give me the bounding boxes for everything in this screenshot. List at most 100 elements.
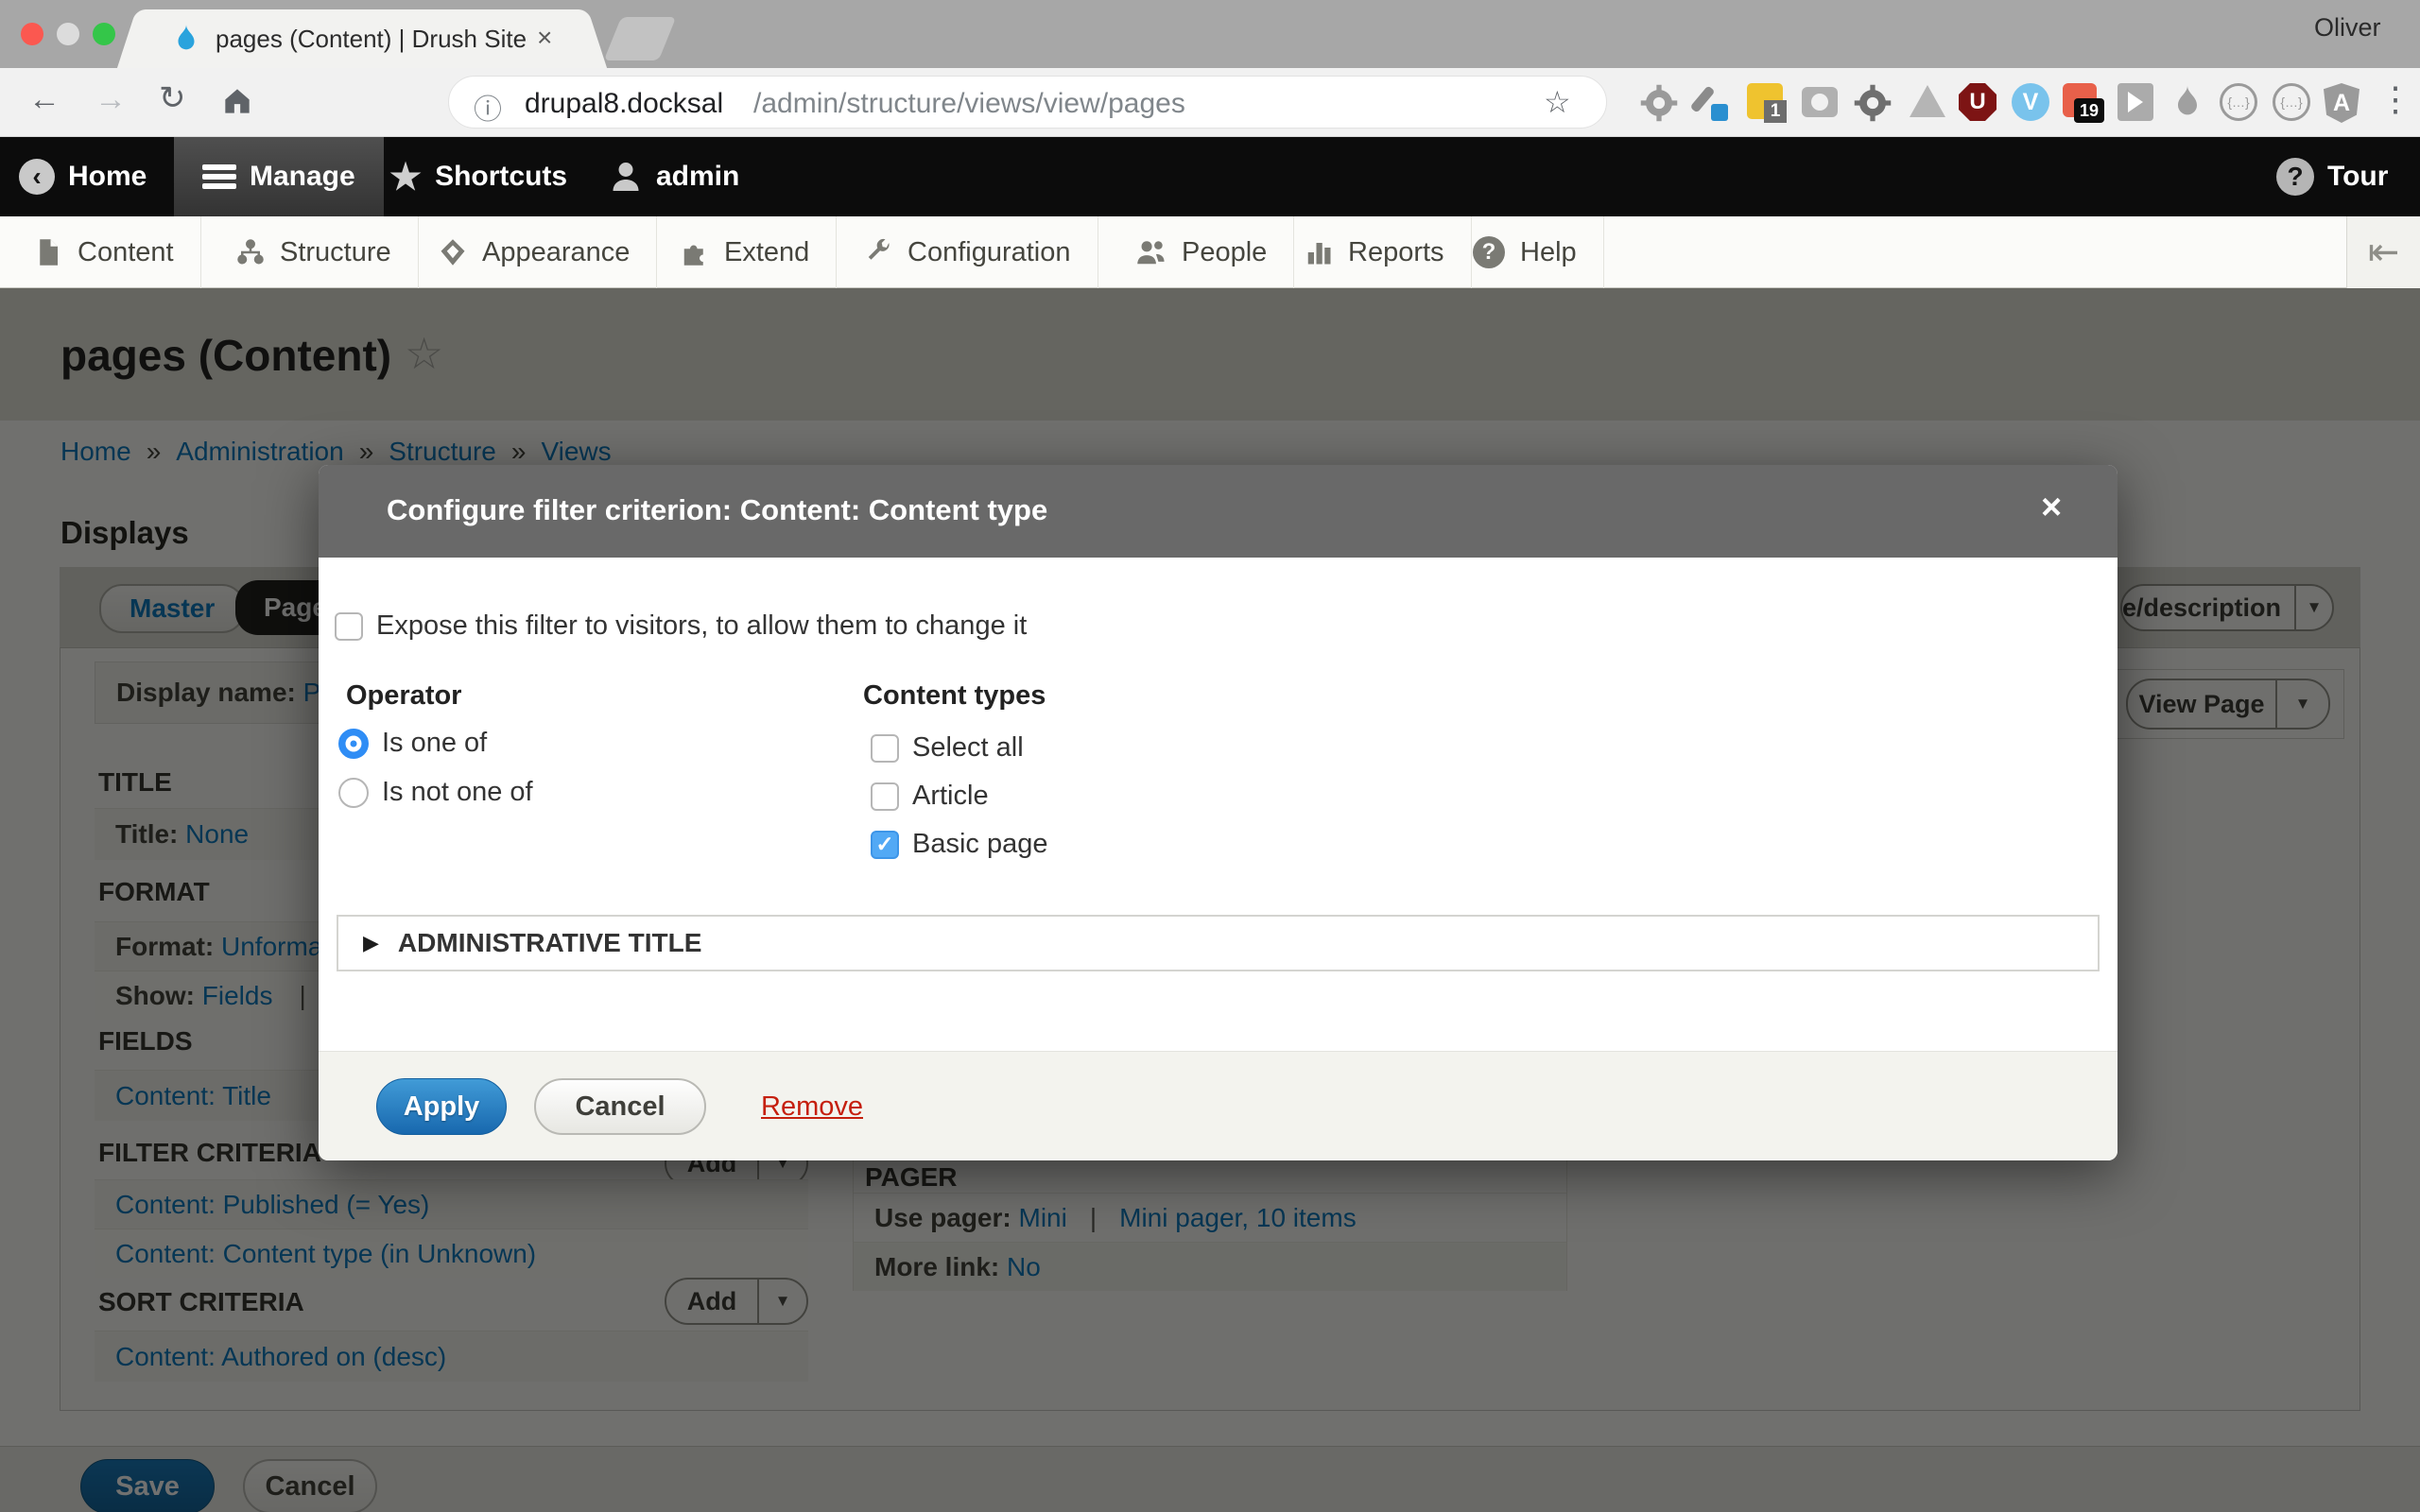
check-icon: ✓ <box>875 832 893 857</box>
gear-extension-icon[interactable] <box>1639 83 1679 123</box>
remove-link[interactable]: Remove <box>761 1091 863 1123</box>
back-icon[interactable]: ← <box>28 81 60 118</box>
ublock-letter: U <box>1969 89 1985 115</box>
toolbar-item-tour[interactable]: ? Tour <box>2276 137 2388 216</box>
json-viewer-extension-icon[interactable]: {…} <box>2220 83 2257 121</box>
checkbox-label: Article <box>912 781 989 812</box>
cancel-label: Cancel <box>575 1091 665 1123</box>
toolbar-item-shortcuts[interactable]: ★ Shortcuts <box>389 137 567 216</box>
modal-cancel-button[interactable]: Cancel <box>534 1078 706 1135</box>
menu-icon <box>202 164 236 189</box>
content-type-option-select-all: Select all <box>871 732 1024 764</box>
checkbox-label: Basic page <box>912 829 1048 860</box>
basic-page-checkbox[interactable]: ✓ <box>871 831 899 859</box>
menu-item-content[interactable]: Content <box>0 216 201 288</box>
toolbar-item-manage[interactable]: Manage <box>174 137 384 216</box>
admin-toolbar: ‹ Home Manage ★ Shortcuts admin ? Tour <box>0 137 2420 216</box>
browser-tab[interactable]: pages (Content) | Drush Site-I × <box>140 9 584 68</box>
bookmark-star-icon[interactable]: ☆ <box>1544 84 1571 120</box>
password-badge: 1 <box>1764 100 1787 123</box>
eyedropper-extension-icon[interactable] <box>1692 83 1732 123</box>
todoist-badge: 19 <box>2074 98 2104 123</box>
menu-item-people[interactable]: People <box>1110 216 1294 288</box>
operator-option-is-one-of: Is one of <box>338 728 487 759</box>
expose-filter-checkbox[interactable] <box>335 612 363 641</box>
screen: pages (Content) | Drush Site-I × Oliver … <box>0 0 2420 1512</box>
menu-item-appearance[interactable]: Appearance <box>412 216 657 288</box>
site-info-icon[interactable]: ⓘ <box>474 86 502 128</box>
menu-item-help[interactable]: ? Help <box>1446 216 1604 288</box>
todoist-extension-icon[interactable]: 19 <box>2063 83 2102 123</box>
drive-extension-icon[interactable] <box>1908 83 1947 123</box>
radio-unselected[interactable] <box>338 778 369 808</box>
password-manager-extension-icon[interactable]: 1 <box>1747 83 1787 123</box>
braces-glyph: {…} <box>2227 94 2249 110</box>
url-host: drupal8.docksal <box>525 88 723 120</box>
menu-item-structure[interactable]: Structure <box>210 216 419 288</box>
menu-item-extend[interactable]: Extend <box>654 216 837 288</box>
new-tab-button[interactable] <box>604 17 677 60</box>
star-icon: ★ <box>389 156 422 198</box>
apply-label: Apply <box>404 1091 480 1123</box>
filter-criterion-modal: Configure filter criterion: Content: Con… <box>319 465 2118 1160</box>
structure-sitemap-icon <box>236 238 265 266</box>
minimize-window-button[interactable] <box>57 23 79 45</box>
content-type-option-basic-page: ✓ Basic page <box>871 829 1048 860</box>
menu-label: Configuration <box>908 237 1071 268</box>
content-type-option-article: Article <box>871 781 989 812</box>
menu-item-configuration[interactable]: Configuration <box>838 216 1098 288</box>
menu-item-reports[interactable]: Reports <box>1278 216 1472 288</box>
menu-label: Extend <box>724 237 809 268</box>
ublock-extension-icon[interactable]: U <box>1959 83 1996 121</box>
select-all-checkbox[interactable] <box>871 734 899 763</box>
expose-filter-field: Expose this filter to visitors, to allow… <box>335 610 1027 642</box>
url-path: /admin/structure/views/view/pages <box>753 88 1185 120</box>
address-bar[interactable]: ⓘ drupal8.docksal /admin/structure/views… <box>448 76 1607 129</box>
content-file-icon <box>34 238 62 266</box>
toolbar-item-admin-user[interactable]: admin <box>609 137 739 216</box>
collapse-caret-icon: ▶ <box>363 931 379 955</box>
radio-selected[interactable] <box>338 729 369 759</box>
menu-label: Reports <box>1348 237 1444 268</box>
vimeo-extension-icon[interactable]: V <box>2012 83 2049 121</box>
reload-icon[interactable]: ↻ <box>159 79 186 117</box>
camera-extension-icon[interactable] <box>1802 83 1841 123</box>
back-to-site-icon: ‹ <box>19 159 55 195</box>
shortcuts-label: Shortcuts <box>435 161 567 193</box>
forward-icon[interactable]: → <box>95 81 127 118</box>
play-extension-icon[interactable] <box>2118 83 2153 121</box>
menu-label: Structure <box>280 237 391 268</box>
vimeo-letter: V <box>2023 89 2039 116</box>
close-window-button[interactable] <box>21 23 43 45</box>
browser-tab-strip: pages (Content) | Drush Site-I × Oliver <box>0 0 2420 68</box>
question-icon: ? <box>2276 158 2314 196</box>
modal-footer: Apply Cancel Remove <box>319 1051 2118 1160</box>
modal-header[interactable]: Configure filter criterion: Content: Con… <box>319 465 2118 558</box>
dark-gear-extension-icon[interactable] <box>1853 83 1893 123</box>
json-formatter-extension-icon[interactable]: {…} <box>2273 83 2310 121</box>
collapse-arrow-icon: ⇤ <box>2368 231 2400 274</box>
home-icon[interactable] <box>219 83 255 119</box>
tab-close-icon[interactable]: × <box>537 23 552 53</box>
menu-label: Appearance <box>482 237 630 268</box>
browser-menu-icon[interactable]: ⋮ <box>2378 79 2412 119</box>
manage-label: Manage <box>250 161 355 193</box>
maximize-window-button[interactable] <box>93 23 115 45</box>
toolbar-item-home[interactable]: ‹ Home <box>19 137 147 216</box>
angular-letter: A <box>2333 90 2350 117</box>
tab-title: pages (Content) | Drush Site-I <box>216 25 527 54</box>
modal-close-icon[interactable]: × <box>2041 488 2062 528</box>
menu-label: Help <box>1520 237 1577 268</box>
configuration-wrench-icon <box>864 238 892 266</box>
drupal-extension-icon[interactable] <box>2169 83 2208 123</box>
article-checkbox[interactable] <box>871 782 899 811</box>
menu-label: Content <box>78 237 174 268</box>
browser-profile-name[interactable]: Oliver <box>2314 13 2381 43</box>
toolbar-collapse-button[interactable]: ⇤ <box>2346 216 2420 288</box>
administrative-title-section[interactable]: ▶ ADMINISTRATIVE TITLE <box>337 915 2100 971</box>
modal-title: Configure filter criterion: Content: Con… <box>387 493 1047 527</box>
radio-label: Is not one of <box>382 777 533 808</box>
apply-button[interactable]: Apply <box>376 1078 507 1135</box>
braces-glyph: {…} <box>2280 94 2302 110</box>
people-icon <box>1136 238 1167 266</box>
